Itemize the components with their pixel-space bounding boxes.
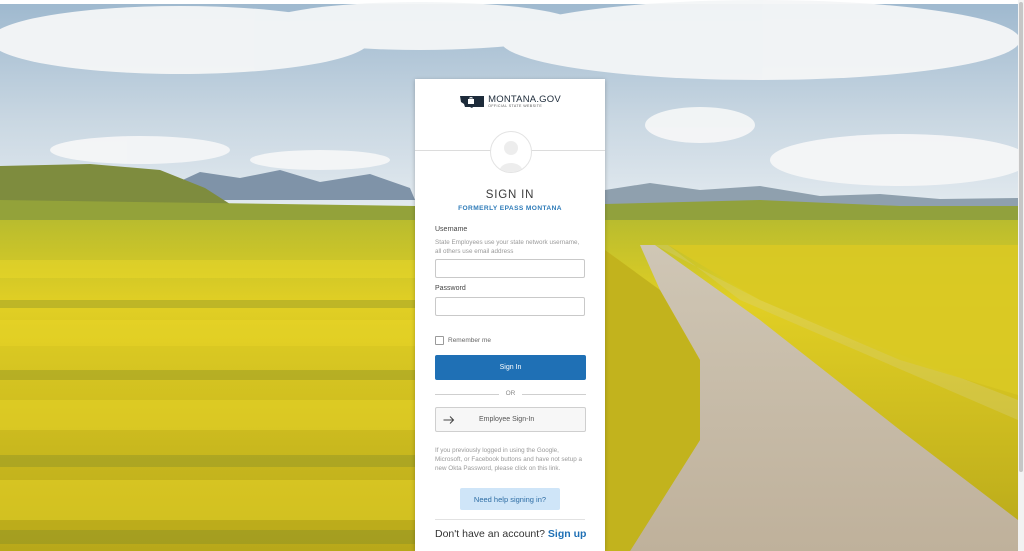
signup-question: Don't have an account?: [435, 528, 545, 540]
logo-title: MONTANA.GOV: [488, 93, 561, 105]
username-hint: State Employees use your state network u…: [435, 239, 580, 255]
username-label: Username: [435, 226, 468, 233]
user-silhouette-icon: [499, 141, 523, 172]
signup-footer: Don't have an account? Sign up: [435, 528, 595, 540]
sign-in-button[interactable]: Sign In: [435, 355, 586, 380]
scrollbar-thumb[interactable]: [1019, 2, 1023, 472]
page-title: SIGN IN: [485, 189, 535, 201]
remember-me-row[interactable]: Remember me: [435, 336, 491, 345]
signin-card: MONTANA.GOV OFFICIAL STATE WEBSITE SIGN …: [415, 79, 605, 551]
need-help-button[interactable]: Need help signing in?: [460, 488, 560, 510]
remember-me-label: Remember me: [448, 337, 491, 344]
avatar: [490, 131, 532, 173]
footer-divider: [435, 519, 585, 520]
montana-state-outline-icon: [460, 96, 485, 108]
password-input[interactable]: [435, 297, 585, 316]
or-divider-right-line: [522, 394, 586, 395]
username-input[interactable]: [435, 259, 585, 278]
sign-up-link[interactable]: Sign up: [548, 528, 587, 540]
employee-sign-in-label: Employee Sign-In: [479, 416, 535, 423]
employee-sign-in-button[interactable]: Employee Sign-In: [435, 407, 586, 432]
or-divider: OR: [435, 390, 586, 398]
page-subtitle: FORMERLY EPASS MONTANA: [458, 205, 562, 212]
montana-gov-logo[interactable]: MONTANA.GOV OFFICIAL STATE WEBSITE: [415, 93, 605, 111]
password-label: Password: [435, 285, 466, 292]
info-text: If you previously logged in using the Go…: [435, 447, 583, 473]
page-scrollbar[interactable]: [1018, 0, 1024, 551]
remember-me-checkbox[interactable]: [435, 336, 444, 345]
logo-subtitle: OFFICIAL STATE WEBSITE: [488, 104, 543, 109]
arrow-right-icon: [443, 415, 455, 424]
